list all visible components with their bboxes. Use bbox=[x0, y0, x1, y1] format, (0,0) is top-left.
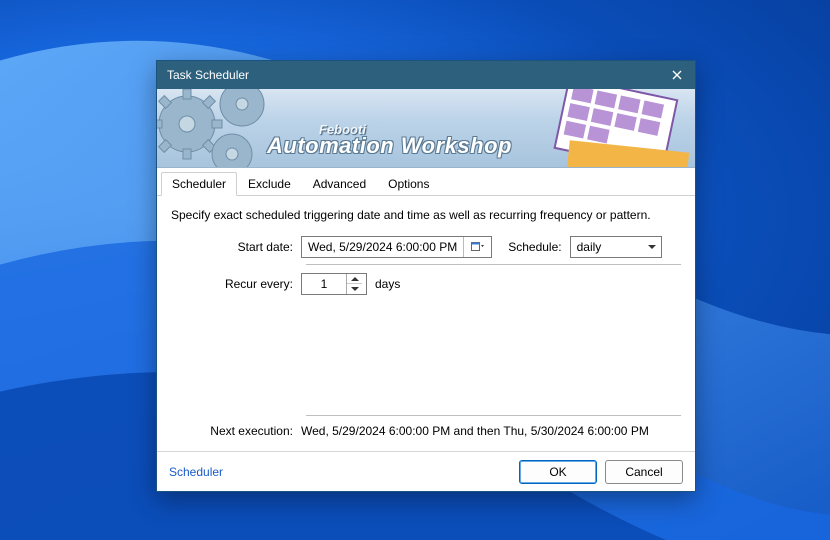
recur-row: Recur every: days bbox=[171, 273, 681, 295]
start-date-picker[interactable]: Wed, 5/29/2024 6:00:00 PM bbox=[301, 236, 492, 258]
recur-input[interactable] bbox=[302, 277, 346, 291]
task-scheduler-dialog: Task Scheduler bbox=[156, 60, 696, 492]
recur-label: Recur every: bbox=[171, 277, 301, 291]
schedule-combo[interactable]: daily bbox=[570, 236, 662, 258]
date-dropdown-button[interactable] bbox=[463, 237, 491, 257]
tab-description: Specify exact scheduled triggering date … bbox=[171, 208, 681, 222]
spin-down-button[interactable] bbox=[347, 284, 362, 294]
brand-text: Febooti Automation Workshop bbox=[267, 122, 512, 159]
chevron-down-icon bbox=[351, 287, 359, 291]
ok-button[interactable]: OK bbox=[519, 460, 597, 484]
calendar-dropdown-icon bbox=[471, 241, 485, 253]
help-link[interactable]: Scheduler bbox=[169, 465, 223, 479]
tab-options[interactable]: Options bbox=[377, 172, 440, 196]
next-execution-value: Wed, 5/29/2024 6:00:00 PM and then Thu, … bbox=[301, 424, 649, 438]
recur-spinner[interactable] bbox=[301, 273, 367, 295]
chevron-up-icon bbox=[351, 277, 359, 281]
spacer bbox=[171, 301, 681, 411]
tab-content: Specify exact scheduled triggering date … bbox=[157, 196, 695, 444]
tab-advanced[interactable]: Advanced bbox=[302, 172, 377, 196]
close-icon bbox=[672, 70, 682, 80]
chevron-down-icon bbox=[643, 245, 661, 249]
tab-exclude[interactable]: Exclude bbox=[237, 172, 302, 196]
schedule-value: daily bbox=[571, 240, 643, 254]
start-date-row: Start date: Wed, 5/29/2024 6:00:00 PM Sc… bbox=[171, 236, 681, 258]
start-date-value[interactable]: Wed, 5/29/2024 6:00:00 PM bbox=[302, 240, 463, 254]
separator bbox=[306, 415, 681, 416]
titlebar[interactable]: Task Scheduler bbox=[157, 61, 695, 89]
next-execution-row: Next execution: Wed, 5/29/2024 6:00:00 P… bbox=[171, 424, 681, 438]
start-date-label: Start date: bbox=[171, 240, 301, 254]
window-title: Task Scheduler bbox=[167, 68, 665, 82]
close-button[interactable] bbox=[665, 65, 689, 85]
tab-strip: Scheduler Exclude Advanced Options bbox=[157, 168, 695, 196]
dialog-footer: Scheduler OK Cancel bbox=[157, 451, 695, 491]
separator bbox=[306, 264, 681, 265]
spin-up-button[interactable] bbox=[347, 274, 362, 284]
brand-big: Automation Workshop bbox=[267, 133, 512, 159]
tab-scheduler[interactable]: Scheduler bbox=[161, 172, 237, 196]
calendar-icon bbox=[540, 89, 695, 168]
next-execution-label: Next execution: bbox=[171, 424, 301, 438]
cancel-button[interactable]: Cancel bbox=[605, 460, 683, 484]
recur-unit: days bbox=[375, 277, 400, 291]
dialog-banner: Febooti Automation Workshop bbox=[157, 89, 695, 168]
schedule-label: Schedule: bbox=[508, 240, 561, 254]
